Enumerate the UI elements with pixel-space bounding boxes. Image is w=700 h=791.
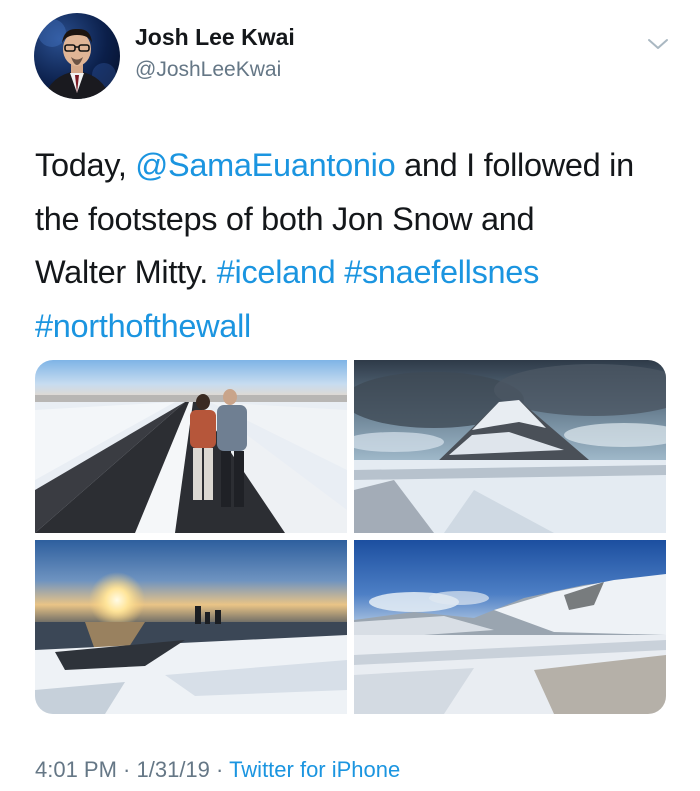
- tweet-time[interactable]: 4:01 PM: [35, 757, 117, 782]
- hashtag-link-iceland[interactable]: #iceland: [217, 254, 336, 290]
- tweet-text-segment: [335, 254, 344, 290]
- photo-couple-on-road[interactable]: [35, 360, 347, 533]
- media-grid: [35, 360, 666, 714]
- mention-link[interactable]: @SamaEuantonio: [135, 147, 395, 183]
- tweet-meta: 4:01 PM · 1/31/19 · Twitter for iPhone: [35, 757, 400, 783]
- tweet-line-3: Walter Mitty. #iceland #snaefellsnes: [35, 246, 670, 300]
- tweet-source-link[interactable]: Twitter for iPhone: [229, 757, 400, 782]
- hashtag-link-northofthewall[interactable]: #northofthewall: [35, 308, 251, 344]
- tweet-text-segment: and I followed in: [395, 147, 634, 183]
- photo-snowy-valley[interactable]: [354, 540, 666, 714]
- separator-dot: ·: [116, 757, 137, 782]
- separator-dot: ·: [209, 757, 230, 782]
- tweet-text-segment: Today,: [35, 147, 136, 183]
- author-handle[interactable]: @JoshLeeKwai: [135, 58, 281, 82]
- tweet-line-2: the footsteps of both Jon Snow and: [35, 200, 535, 237]
- hashtag-link-snaefellsnes[interactable]: #snaefellsnes: [344, 254, 539, 290]
- photo-sunset-coast[interactable]: [35, 540, 347, 714]
- tweet-text-segment: Walter Mitty.: [35, 254, 217, 290]
- author-name[interactable]: Josh Lee Kwai: [135, 24, 295, 51]
- tweet-date[interactable]: 1/31/19: [137, 757, 210, 782]
- tweet-line-4: #northofthewall: [35, 300, 670, 354]
- avatar[interactable]: [34, 13, 120, 99]
- tweet-text: Today, @SamaEuantonio and I followed in …: [35, 139, 670, 353]
- photo-kirkjufell-mountain[interactable]: [354, 360, 666, 533]
- tweet-line-1: Today, @SamaEuantonio and I followed in: [35, 139, 670, 193]
- chevron-down-icon[interactable]: [646, 36, 670, 52]
